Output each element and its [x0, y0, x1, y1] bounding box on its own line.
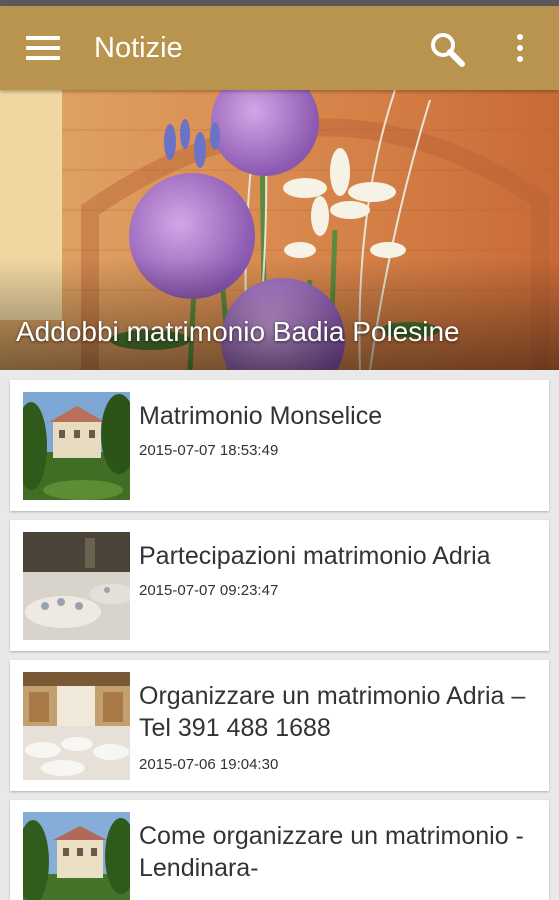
villa-garden-photo [23, 392, 130, 500]
app-bar: Notizie [0, 6, 559, 90]
news-item-title: Organizzare un matrimonio Adria – Tel 39… [139, 682, 526, 742]
news-item-date: 2015-07-06 19:04:30 [139, 756, 279, 773]
more-vert-icon[interactable] [510, 32, 530, 68]
news-item[interactable]: Matrimonio Monselice 2015-07-07 18:53:49 [10, 380, 549, 511]
news-item-title: Come organizzare un matrimonio -Lendinar… [139, 822, 524, 882]
banquet-table-photo [23, 532, 130, 640]
news-item-date: 2015-07-07 18:53:49 [139, 442, 279, 459]
featured-article-title: Addobbi matrimonio Badia Polesine [16, 316, 460, 347]
news-item-title: Matrimonio Monselice [139, 402, 383, 430]
search-icon[interactable] [428, 30, 468, 70]
news-item[interactable]: Come organizzare un matrimonio -Lendinar… [10, 800, 549, 900]
page-title: Notizie [94, 32, 183, 64]
villa-garden-photo [23, 812, 130, 900]
news-item[interactable]: Partecipazioni matrimonio Adria 2015-07-… [10, 520, 549, 651]
news-item-title: Partecipazioni matrimonio Adria [139, 542, 491, 570]
news-item[interactable]: Organizzare un matrimonio Adria – Tel 39… [10, 660, 549, 791]
reception-hall-photo [23, 672, 130, 780]
news-item-date: 2015-07-07 09:23:47 [139, 582, 279, 599]
hamburger-menu-icon[interactable] [26, 36, 60, 60]
